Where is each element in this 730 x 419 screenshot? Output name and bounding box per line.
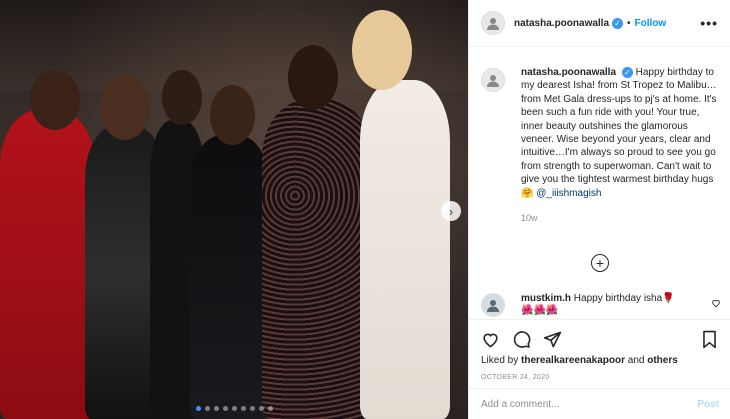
person-white-dress — [360, 80, 450, 419]
load-more-comments-button[interactable]: + — [591, 254, 609, 272]
avatar-icon — [487, 300, 499, 312]
carousel-dot — [258, 406, 264, 411]
caption-text: Happy birthday to my dearest Isha! from … — [521, 67, 717, 199]
post-header: natasha.poonawalla ✓ • Follow ••• — [469, 0, 730, 47]
carousel-dot — [213, 406, 219, 411]
carousel-dot — [240, 406, 246, 411]
comment-body: mustkim.h Happy birthday isha🌹 🌺🌺🌺 — [521, 293, 675, 317]
verified-badge-icon: ✓ — [621, 67, 633, 79]
comment-username[interactable]: mustkim.h — [521, 293, 571, 304]
more-options-button[interactable]: ••• — [700, 15, 718, 31]
carousel-dot — [222, 406, 228, 411]
share-icon[interactable] — [543, 330, 562, 349]
follow-button[interactable]: Follow — [635, 18, 667, 29]
person-white-dress-head — [352, 10, 412, 90]
comment-emoji-line: 🌺🌺🌺 — [521, 305, 559, 316]
avatar[interactable] — [481, 11, 505, 35]
liked-by-prefix: Liked by — [481, 355, 519, 366]
liked-by-user-link[interactable]: therealkareenakapoor — [521, 355, 625, 366]
carousel-dot — [231, 406, 237, 411]
comment-item: mustkim.h Happy birthday isha🌹 🌺🌺🌺 — [481, 293, 721, 317]
action-icons — [481, 326, 719, 352]
carousel-dot — [267, 406, 273, 411]
liked-by-line: Liked by therealkareenakapoor and others — [481, 355, 719, 366]
caption-body: natasha.poonawalla ✓ Happy birthday to m… — [521, 66, 717, 225]
separator-dot: • — [627, 17, 631, 29]
comment-input[interactable] — [481, 398, 698, 410]
post-actions: Liked by therealkareenakapoor and others… — [469, 319, 730, 381]
heart-icon[interactable] — [481, 330, 500, 349]
post-comment-button[interactable]: Post — [697, 399, 719, 410]
chevron-right-icon[interactable]: › — [441, 201, 461, 221]
person-black-gown-head — [210, 85, 255, 145]
like-comment-heart-icon[interactable] — [711, 298, 721, 308]
carousel-dot — [204, 406, 210, 411]
person-red-dress — [0, 110, 95, 419]
avatar-icon — [487, 75, 499, 87]
person-black-gown — [190, 135, 270, 419]
carousel-dot — [249, 406, 255, 411]
person-sequin-dress-head — [100, 75, 150, 140]
comment-icon[interactable] — [512, 330, 531, 349]
person-lace-dress-head — [288, 45, 338, 110]
caption-mention-link[interactable]: @_iiishmagish — [536, 188, 601, 199]
avatar-icon — [487, 18, 499, 30]
comment-text: Happy birthday isha🌹 — [573, 293, 675, 304]
bookmark-icon[interactable] — [700, 330, 719, 349]
header-username[interactable]: natasha.poonawalla — [514, 18, 609, 29]
liked-by-others-link[interactable]: others — [647, 355, 678, 366]
post-photo[interactable]: › — [0, 0, 468, 419]
liked-by-suffix: and — [627, 355, 645, 366]
caption-timestamp[interactable]: 10w — [521, 212, 717, 225]
carousel-dots — [0, 406, 468, 411]
carousel-dot — [195, 406, 201, 411]
caption: natasha.poonawalla ✓ Happy birthday to m… — [481, 66, 719, 225]
comments-section: natasha.poonawalla ✓ Happy birthday to m… — [469, 48, 730, 318]
person-black-suit-head — [162, 70, 202, 125]
add-comment-bar: Post — [469, 388, 730, 419]
comment-avatar[interactable] — [481, 293, 505, 317]
post-panel: natasha.poonawalla ✓ • Follow ••• natash… — [468, 0, 730, 419]
caption-avatar[interactable] — [481, 68, 505, 92]
caption-username[interactable]: natasha.poonawalla — [521, 67, 616, 78]
post-date[interactable]: OCTOBER 24, 2020 — [481, 374, 719, 381]
person-red-dress-head — [30, 70, 80, 130]
verified-badge-icon: ✓ — [612, 17, 624, 29]
person-lace-dress — [262, 100, 372, 419]
